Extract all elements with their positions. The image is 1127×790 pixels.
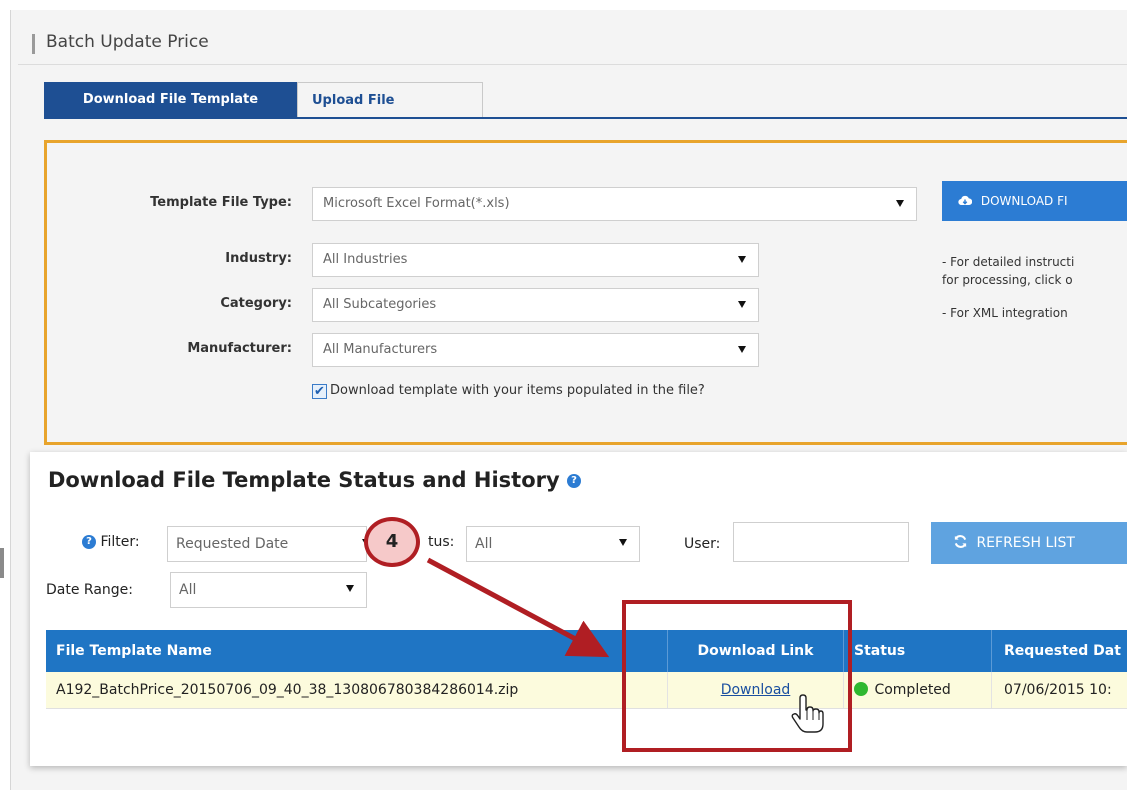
- category-label: Category:: [220, 296, 292, 311]
- left-gutter: [0, 0, 10, 790]
- tab-upload-file[interactable]: Upload File: [297, 82, 483, 118]
- status-history-title: Download File Template Status and Histor…: [48, 468, 581, 492]
- download-file-button[interactable]: DOWNLOAD FI: [942, 181, 1127, 221]
- manufacturer-select[interactable]: All Manufacturers: [312, 333, 759, 367]
- requested-date-cell: 07/06/2015 10:: [1004, 682, 1112, 698]
- user-input[interactable]: [733, 522, 909, 562]
- template-file-type-value: Microsoft Excel Format(*.xls): [323, 196, 510, 211]
- category-select[interactable]: All Subcategories: [312, 288, 759, 322]
- column-header-requested-date[interactable]: Requested Dat: [992, 630, 1127, 672]
- column-header-file-template-name[interactable]: File Template Name: [46, 630, 668, 672]
- status-completed-icon: [854, 682, 868, 696]
- status-cell: Completed: [844, 672, 992, 708]
- download-file-button-label: DOWNLOAD FI: [980, 194, 1068, 208]
- date-range-value: All: [179, 582, 197, 598]
- filter-select[interactable]: Requested Date: [167, 526, 367, 562]
- refresh-list-button[interactable]: REFRESH LIST: [931, 522, 1127, 564]
- category-label-cell: Category:: [47, 288, 292, 322]
- template-file-type-label-cell: Template File Type:: [47, 187, 292, 221]
- table-row: A192_BatchPrice_20150706_09_40_38_130806…: [46, 672, 1127, 709]
- category-value: All Subcategories: [323, 297, 437, 312]
- filter-label: Filter:: [100, 534, 140, 550]
- instructions-note-line-1: - For detailed instructi: [942, 255, 1075, 269]
- manufacturer-value: All Manufacturers: [323, 342, 438, 357]
- status-filter-label: tus:: [428, 534, 455, 550]
- user-label: User:: [684, 536, 721, 552]
- refresh-list-label: REFRESH LIST: [976, 535, 1075, 551]
- hand-pointer-icon: [791, 694, 824, 733]
- left-edge-marker: [0, 548, 4, 578]
- status-history-title-text: Download File Template Status and Histor…: [48, 468, 560, 492]
- question-circle-icon[interactable]: ?: [567, 474, 581, 488]
- question-circle-icon[interactable]: ?: [82, 535, 96, 549]
- chevron-down-icon: [738, 346, 746, 353]
- xml-integration-note: - For XML integration: [942, 306, 1068, 320]
- chevron-down-icon: [896, 200, 904, 207]
- template-file-type-select[interactable]: Microsoft Excel Format(*.xls): [312, 187, 917, 221]
- chevron-down-icon: [738, 301, 746, 308]
- date-range-label: Date Range:: [46, 582, 134, 598]
- industry-label-cell: Industry:: [47, 243, 292, 277]
- status-history-panel: Download File Template Status and Histor…: [30, 452, 1127, 766]
- status-text: Completed: [874, 682, 951, 698]
- page-header: Batch Update Price: [18, 24, 1127, 65]
- manufacturer-label-cell: Manufacturer:: [47, 333, 292, 367]
- file-name-cell: A192_BatchPrice_20150706_09_40_38_130806…: [46, 672, 668, 708]
- table-header: File Template Name Download Link Status …: [46, 630, 1127, 672]
- instructions-note-line-2: for processing, click o: [942, 273, 1073, 287]
- date-range-select[interactable]: All: [170, 572, 367, 608]
- industry-value: All Industries: [323, 252, 408, 267]
- column-header-status[interactable]: Status: [844, 630, 992, 672]
- tab-download-file-template[interactable]: Download File Template: [44, 82, 297, 118]
- template-file-type-label: Template File Type:: [150, 195, 292, 210]
- cloud-download-icon: [958, 195, 973, 206]
- tab-underline: [44, 117, 1127, 119]
- template-options-panel: Template File Type: Microsoft Excel Form…: [44, 140, 1127, 445]
- populate-items-label: Download template with your items popula…: [330, 383, 705, 398]
- page-title: Batch Update Price: [46, 32, 209, 52]
- industry-label: Industry:: [225, 251, 292, 266]
- filter-value: Requested Date: [176, 536, 289, 552]
- chevron-down-icon: [738, 256, 746, 263]
- manufacturer-label: Manufacturer:: [187, 341, 292, 356]
- chevron-down-icon: [346, 585, 354, 592]
- step-number-badge: 4: [364, 517, 420, 567]
- refresh-icon: [954, 535, 967, 548]
- chevron-down-icon: [619, 539, 627, 546]
- status-filter-select[interactable]: All: [466, 526, 640, 562]
- title-accent-bar: [32, 34, 35, 54]
- status-filter-value: All: [475, 536, 493, 552]
- industry-select[interactable]: All Industries: [312, 243, 759, 277]
- filter-label-wrap: ? Filter:: [82, 534, 140, 550]
- populate-items-checkbox[interactable]: ✔: [312, 384, 327, 399]
